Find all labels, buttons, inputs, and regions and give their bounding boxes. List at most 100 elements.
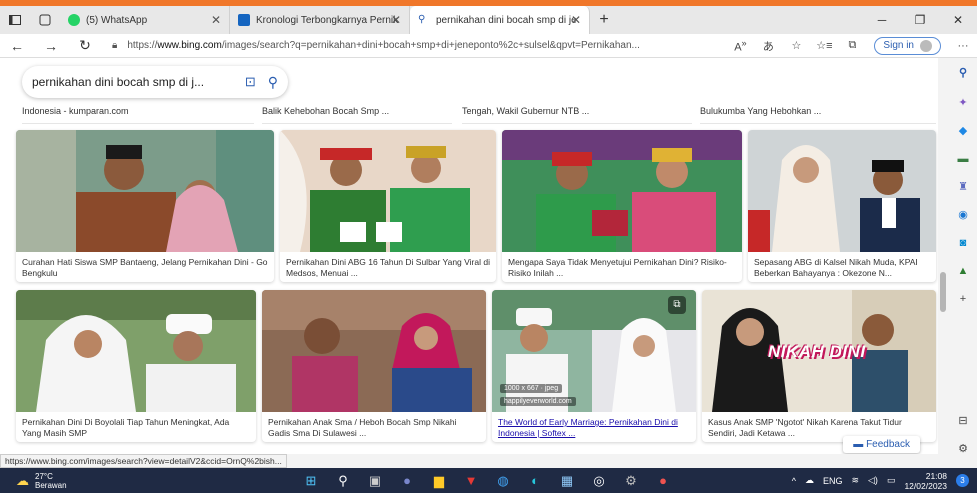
outlook-icon[interactable]: ◙ [956,236,970,250]
chat-icon[interactable]: ● [396,471,418,491]
tab-actions-button[interactable] [0,6,30,34]
search-icon[interactable]: ⚲ [268,74,278,91]
toolbox-icon[interactable]: ▬ [956,152,970,166]
volume-icon[interactable]: ◁) [868,475,878,486]
notification-badge[interactable]: 3 [956,474,969,487]
scrollbar-thumb[interactable] [940,272,946,312]
tab-whatsapp[interactable]: (5) WhatsApp ✕ [60,6,230,34]
tag-icon[interactable]: ◆ [956,124,970,138]
workspaces-icon [39,14,51,26]
read-aloud-icon[interactable]: A» [726,38,754,54]
chevron-up-icon[interactable]: ^ [792,476,796,486]
url-field[interactable]: 🔒︎ https://www.bing.com/images/search?q=… [102,36,726,56]
result-caption-link[interactable]: The World of Early Marriage: Pernikahan … [498,417,690,439]
lock-icon: 🔒︎ [112,40,118,51]
close-icon[interactable]: ✕ [211,13,221,27]
tab-actions-icon [9,15,21,25]
search-icon[interactable]: ⚲ [956,66,970,80]
result-caption: Pernikahan Anak Sma / Heboh Bocah Smp Ni… [268,417,457,438]
result-caption: Mengapa Saya Tidak Menyetujui Pernikahan… [508,257,727,278]
search-box[interactable]: pernikahan dini bocah smp di j... ⊡ ⚲ [22,66,288,98]
add-icon[interactable]: + [956,292,970,306]
image-result[interactable]: Pernikahan Dini Di Boyolali Tiap Tahun M… [16,290,256,442]
back-button[interactable]: ← [0,38,34,54]
image-result[interactable]: ⧉ 1000 x 667 · jpeg happilyeverworld.com… [492,290,696,442]
new-tab-button[interactable]: + [590,11,618,29]
lang-indicator[interactable]: ENG [823,476,843,486]
prev-caption[interactable]: Indonesia - kumparan.com [22,106,254,124]
forward-button[interactable]: → [34,38,68,54]
collections-icon[interactable]: ⧉ [838,39,866,52]
sparkle-icon[interactable]: ✦ [956,96,970,110]
image-result[interactable]: Mengapa Saya Tidak Menyetujui Pernikahan… [502,130,742,282]
restore-button[interactable]: ❐ [901,6,939,34]
result-caption: Curahan Hati Siswa SMP Bantaeng, Jelang … [22,257,268,278]
tab-title: pernikahan dini bocah smp di je [436,14,577,26]
store-icon[interactable]: ▦ [556,471,578,491]
settings-gear-icon[interactable]: ⚙ [956,442,970,456]
result-caption: Sepasang ABG di Kalsel Nikah Muda, KPAI … [754,257,918,278]
clock[interactable]: 21:08 12/02/2023 [904,471,947,491]
weather-icon: ☁ [16,473,29,488]
prev-caption[interactable]: Balik Kehebohan Bocah Smp ... [262,106,452,124]
refresh-button[interactable]: ↻ [68,37,102,54]
minimize-button[interactable]: ─ [863,6,901,34]
bing-search-icon: ⚲ [418,14,426,25]
wifi-icon[interactable]: ≋ [851,475,859,486]
tab-title: Kronologi Terbongkarnya Pernik [256,14,399,26]
window-controls: ─ ❐ ✕ [863,6,977,34]
split-screen-icon[interactable]: ⊟ [956,414,970,428]
close-icon[interactable]: ✕ [571,13,581,27]
edge-icon[interactable]: ◐ [524,471,546,491]
cloud-icon[interactable]: ☁ [805,475,814,486]
tree-icon[interactable]: ▲ [956,264,970,278]
search-icon[interactable]: ⚲ [332,471,354,491]
weather-widget[interactable]: ☁ 27°C Berawan [16,472,67,490]
app-icon[interactable]: ▼ [460,471,482,491]
start-icon[interactable]: ⊞ [300,471,322,491]
tab-bing-search[interactable]: ⚲ pernikahan dini bocah smp di je ✕ [410,6,590,34]
search-input[interactable]: pernikahan dini bocah smp di j... [32,75,245,89]
translate-icon[interactable]: あ [754,38,782,54]
previous-row-captions: Indonesia - kumparan.com Balik Kehebohan… [16,106,936,124]
close-window-button[interactable]: ✕ [939,6,977,34]
settings-icon[interactable]: ⚙ [620,471,642,491]
close-icon[interactable]: ✕ [391,13,401,27]
feedback-button[interactable]: ▬ Feedback [843,436,920,453]
result-thumbnail [262,290,486,412]
chrome-icon[interactable]: ◍ [492,471,514,491]
app-red-icon[interactable]: ● [652,471,674,491]
tab-site-icon [238,14,250,26]
weather-temp: 27°C [35,471,53,481]
media-icon[interactable]: ◎ [588,471,610,491]
prev-caption[interactable]: Bulukumba Yang Hebohkan ... [700,106,936,124]
image-source-badge[interactable]: happilyeverworld.com [500,397,576,406]
image-result[interactable]: NIKAH DINI Kasus Anak SMP 'Ngotot' Nikah… [702,290,936,442]
sign-in-button[interactable]: Sign in [874,36,941,55]
result-thumbnail [16,290,256,412]
prev-caption[interactable]: Tengah, Wakil Gubernur NTB ... [462,106,692,124]
page-scrollbar[interactable] [938,58,948,454]
task-view-icon[interactable]: ▣ [364,471,386,491]
weather-desc: Berawan [35,480,67,490]
favorites-list-icon[interactable]: ☆≡ [810,39,838,52]
more-icon[interactable]: ··· [949,40,977,52]
copy-icon[interactable]: ⧉ [668,296,686,314]
workspaces-button[interactable] [30,6,60,34]
favorite-icon[interactable]: ☆ [782,39,810,52]
taskbar-apps: ⊞ ⚲ ▣ ● ▆ ▼ ◍ ◐ ▦ ◎ ⚙ ● [300,468,674,493]
games-icon[interactable]: ♜ [956,180,970,194]
image-result[interactable]: Curahan Hati Siswa SMP Bantaeng, Jelang … [16,130,274,282]
page-content: pernikahan dini bocah smp di j... ⊡ ⚲ In… [0,58,938,454]
url-prefix: https:// [127,40,158,51]
feedback-icon: ▬ [853,439,867,450]
file-explorer-icon[interactable]: ▆ [428,471,450,491]
tab-title: (5) WhatsApp [86,14,148,26]
image-result[interactable]: Pernikahan Anak Sma / Heboh Bocah Smp Ni… [262,290,486,442]
image-result[interactable]: Sepasang ABG di Kalsel Nikah Muda, KPAI … [748,130,936,282]
tab-kronologi[interactable]: Kronologi Terbongkarnya Pernik ✕ [230,6,410,34]
visual-search-icon[interactable]: ⊡ [245,74,256,90]
office-icon[interactable]: ◉ [956,208,970,222]
battery-icon[interactable]: ▭ [887,475,896,486]
image-result[interactable]: Pernikahan Dini ABG 16 Tahun Di Sulbar Y… [280,130,496,282]
